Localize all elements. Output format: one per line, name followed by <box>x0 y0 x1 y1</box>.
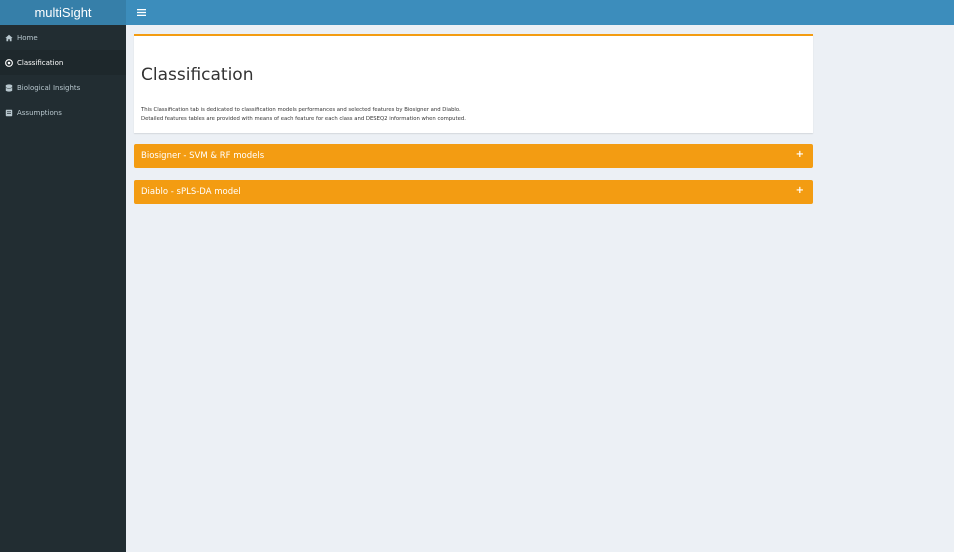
sidebar-item-home[interactable]: Home <box>0 25 126 50</box>
sidebar-item-biological-insights[interactable]: Biological Insights <box>0 75 126 100</box>
plus-icon[interactable]: + <box>796 185 804 196</box>
plus-icon[interactable]: + <box>796 149 804 160</box>
sidebar-item-label: Assumptions <box>17 108 62 117</box>
sidebar-item-label: Home <box>17 33 38 42</box>
intro-box: Classification This Classification tab i… <box>134 34 813 133</box>
top-navbar: multiSight <box>0 0 954 25</box>
sidebar-item-label: Classification <box>17 58 64 67</box>
panel-title: Diablo - sPLS-DA model <box>141 187 241 197</box>
page-description: This Classification tab is dedicated to … <box>141 106 466 124</box>
panel-diablo[interactable]: Diablo - sPLS-DA model + <box>134 180 813 204</box>
app-logo[interactable]: multiSight <box>0 0 126 25</box>
description-line: This Classification tab is dedicated to … <box>141 107 461 113</box>
sidebar-item-label: Biological Insights <box>17 83 81 92</box>
home-icon <box>4 33 13 42</box>
target-icon <box>4 58 13 67</box>
sidebar-toggle-button[interactable] <box>131 0 151 25</box>
main-content: Classification This Classification tab i… <box>126 25 954 552</box>
sidebar-item-classification[interactable]: Classification <box>0 50 126 75</box>
panel-biosigner[interactable]: Biosigner - SVM & RF models + <box>134 144 813 168</box>
panel-title: Biosigner - SVM & RF models <box>141 151 265 161</box>
book-icon <box>4 108 13 117</box>
description-line: Detailed features tables are provided wi… <box>141 116 466 122</box>
database-icon <box>4 83 13 92</box>
page-title: Classification <box>141 65 254 85</box>
hamburger-icon <box>136 9 146 16</box>
sidebar-item-assumptions[interactable]: Assumptions <box>0 100 126 125</box>
sidebar: Home Classification Biological Insights … <box>0 25 126 552</box>
